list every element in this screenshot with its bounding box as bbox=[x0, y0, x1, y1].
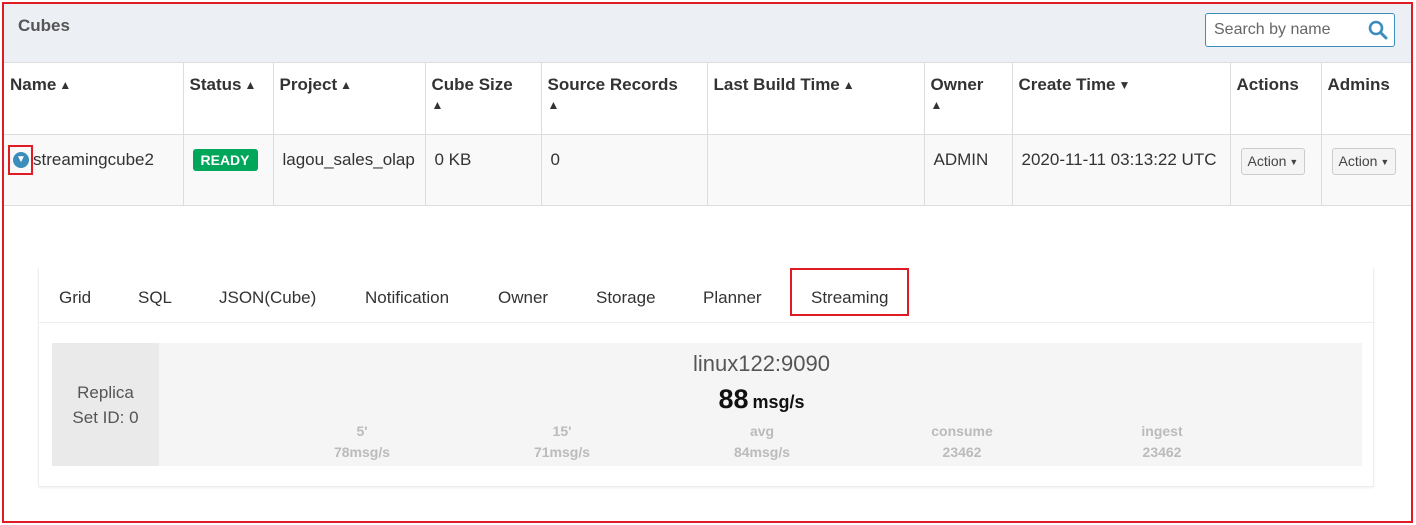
tab-grid[interactable]: Grid bbox=[59, 288, 91, 308]
metric-value: 78msg/s bbox=[333, 444, 391, 460]
col-project[interactable]: Project ▲︎ bbox=[272, 63, 425, 135]
cell-last-build-time bbox=[706, 134, 924, 206]
metric-label: avg bbox=[749, 423, 775, 439]
metric-5min: 5' 78msg/s bbox=[302, 421, 422, 463]
cube-detail-panel: Grid SQL JSON(Cube) Notification Owner S… bbox=[38, 268, 1375, 487]
detail-tabs: Grid SQL JSON(Cube) Notification Owner S… bbox=[39, 268, 1375, 323]
sort-icon[interactable]: ▲︎ bbox=[931, 98, 943, 112]
cubes-header: Cubes bbox=[4, 4, 1411, 63]
sort-icon[interactable]: ▲︎ bbox=[59, 78, 71, 92]
actions-button-label: Action bbox=[1247, 152, 1287, 169]
metric-label: 5' bbox=[356, 423, 368, 439]
metric-value: 84msg/s bbox=[733, 444, 791, 460]
col-last-build-time-label: Last Build Time bbox=[713, 75, 840, 94]
metric-label: 15' bbox=[552, 423, 572, 439]
cube-size-value: 0 KB bbox=[434, 149, 472, 169]
cell-actions: Action ▼︎ bbox=[1229, 134, 1321, 206]
cell-cube-size: 0 KB bbox=[424, 134, 541, 206]
cube-name[interactable]: streamingcube2 bbox=[33, 150, 154, 169]
col-status-label: Status bbox=[189, 75, 242, 94]
node-card: linux122:9090 88 msg/s 5' 78msg/s 15' 71m… bbox=[161, 343, 1362, 466]
metric-ingest: ingest 23462 bbox=[1102, 421, 1222, 463]
metric-value: 23462 bbox=[1142, 444, 1182, 460]
tab-storage[interactable]: Storage bbox=[596, 288, 656, 308]
cell-name: ▼︎ streamingcube2 bbox=[4, 134, 183, 206]
metric-label: consume bbox=[931, 423, 993, 439]
node-name: linux122:9090 bbox=[692, 351, 830, 376]
col-source-records[interactable]: Source Records ▲︎ bbox=[540, 63, 707, 135]
sort-icon[interactable]: ▲︎ bbox=[843, 78, 855, 92]
sort-icon[interactable]: ▲︎ bbox=[244, 78, 256, 92]
tab-owner[interactable]: Owner bbox=[498, 288, 548, 308]
owner-value: ADMIN bbox=[933, 149, 989, 169]
col-admins-label: Admins bbox=[1327, 75, 1390, 94]
tab-json-cube[interactable]: JSON(Cube) bbox=[219, 288, 316, 308]
search-input[interactable] bbox=[1214, 15, 1364, 45]
expand-row-button[interactable]: ▼︎ bbox=[8, 144, 33, 175]
streaming-stats: Replica Set ID: 0 linux122:9090 88 msg/s … bbox=[52, 343, 1362, 466]
table-row: ▼︎ streamingcube2 READY lagou_sales_olap … bbox=[4, 134, 1411, 206]
sort-icon[interactable]: ▲︎ bbox=[340, 78, 352, 92]
metric-value: 23462 bbox=[942, 444, 982, 460]
rate-value: 88 bbox=[718, 384, 749, 414]
col-last-build-time[interactable]: Last Build Time ▲︎ bbox=[706, 63, 924, 135]
source-records-value: 0 bbox=[550, 149, 560, 169]
cell-status: READY bbox=[182, 134, 273, 206]
col-project-label: Project bbox=[279, 75, 338, 94]
caret-down-icon: ▼︎ bbox=[1289, 156, 1299, 167]
cell-owner: ADMIN bbox=[923, 134, 1012, 206]
actions-dropdown-button[interactable]: Action ▼︎ bbox=[1240, 147, 1306, 175]
cubes-table: Name ▲︎ Status ▲︎ Project ▲︎ Cube Size ▲︎ So… bbox=[4, 63, 1411, 206]
chevron-down-icon: ▼︎ bbox=[13, 151, 29, 168]
tab-notification[interactable]: Notification bbox=[365, 288, 449, 308]
tab-sql[interactable]: SQL bbox=[138, 288, 172, 308]
col-cube-size[interactable]: Cube Size ▲︎ bbox=[424, 63, 541, 135]
cell-create-time: 2020-11-11 03:13:22 UTC bbox=[1011, 134, 1230, 206]
col-source-records-label: Source Records bbox=[547, 75, 678, 94]
tab-planner[interactable]: Planner bbox=[703, 288, 762, 308]
col-owner[interactable]: Owner ▲︎ bbox=[923, 63, 1012, 135]
metric-15min: 15' 71msg/s bbox=[502, 421, 622, 463]
status-badge: READY bbox=[192, 148, 258, 171]
caret-down-icon: ▼︎ bbox=[1380, 156, 1390, 167]
col-name[interactable]: Name ▲︎ bbox=[4, 63, 183, 135]
admins-dropdown-button[interactable]: Action ▼︎ bbox=[1331, 147, 1397, 175]
metric-label: ingest bbox=[1141, 423, 1183, 439]
create-time-value: 2020-11-11 03:13:22 UTC bbox=[1021, 149, 1217, 169]
sort-desc-icon[interactable]: ▼︎ bbox=[1119, 78, 1131, 92]
col-actions: Actions bbox=[1229, 63, 1321, 135]
sort-icon[interactable]: ▲︎ bbox=[548, 98, 560, 112]
metric-avg: avg 84msg/s bbox=[702, 421, 822, 463]
project-name: lagou_sales_olap bbox=[282, 149, 415, 169]
col-admins: Admins bbox=[1320, 63, 1411, 135]
search-box[interactable] bbox=[1205, 13, 1395, 47]
replica-set-label: Replica Set ID: 0 bbox=[52, 343, 159, 466]
col-owner-label: Owner bbox=[930, 75, 984, 94]
col-cube-size-label: Cube Size bbox=[431, 75, 513, 94]
replica-label-line2: Set ID: 0 bbox=[72, 408, 139, 427]
admins-button-label: Action bbox=[1338, 152, 1378, 169]
col-create-time-label: Create Time bbox=[1018, 75, 1116, 94]
col-create-time[interactable]: Create Time ▼︎ bbox=[1011, 63, 1230, 135]
table-header-row: Name ▲︎ Status ▲︎ Project ▲︎ Cube Size ▲︎ So… bbox=[4, 63, 1411, 135]
col-actions-label: Actions bbox=[1236, 75, 1299, 94]
col-name-label: Name bbox=[10, 75, 57, 94]
tab-streaming[interactable]: Streaming bbox=[790, 268, 910, 316]
rate-unit: msg/s bbox=[752, 392, 805, 412]
metric-consume: consume 23462 bbox=[902, 421, 1022, 463]
sort-icon[interactable]: ▲︎ bbox=[432, 98, 444, 112]
search-icon[interactable] bbox=[1368, 20, 1388, 40]
replica-label-line1: Replica bbox=[77, 383, 134, 402]
cell-project: lagou_sales_olap bbox=[272, 134, 425, 206]
metric-value: 71msg/s bbox=[533, 444, 591, 460]
cell-admins: Action ▼︎ bbox=[1320, 134, 1411, 206]
cell-source-records: 0 bbox=[540, 134, 707, 206]
page-title: Cubes bbox=[18, 16, 70, 35]
col-status[interactable]: Status ▲︎ bbox=[182, 63, 273, 135]
consume-rate: 88 msg/s bbox=[161, 384, 1362, 415]
